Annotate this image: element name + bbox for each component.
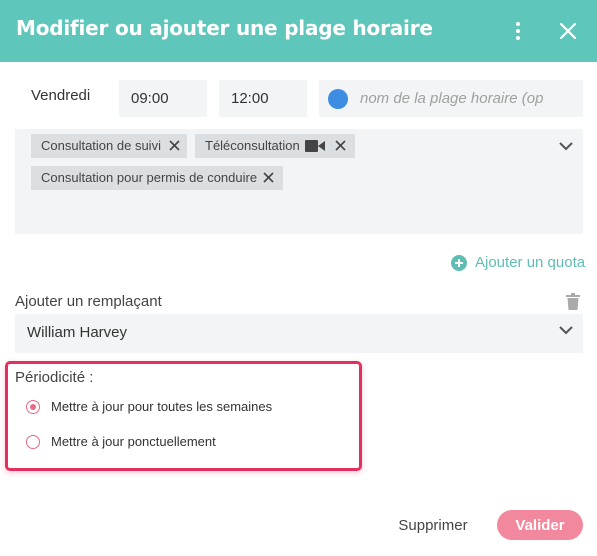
slot-name-input[interactable] <box>360 80 544 117</box>
trash-icon[interactable] <box>566 293 580 310</box>
replacement-value: William Harvey <box>27 324 128 341</box>
start-time-input[interactable] <box>119 80 207 117</box>
radio-every-week[interactable] <box>26 400 40 414</box>
end-time-input[interactable] <box>219 80 307 117</box>
chevron-down-icon[interactable] <box>559 142 573 151</box>
remove-tag-icon[interactable] <box>169 140 180 151</box>
replacement-select[interactable]: William Harvey <box>15 314 583 353</box>
radio-one-time-label[interactable]: Mettre à jour ponctuellement <box>51 434 216 449</box>
consultation-tag: Consultation de suivi <box>31 134 187 158</box>
periodicity-title: Périodicité : <box>15 369 94 386</box>
consultation-tag-label: Consultation pour permis de conduire <box>41 170 258 185</box>
consultation-tag-label: Téléconsultation <box>205 138 300 153</box>
radio-every-week-label[interactable]: Mettre à jour pour toutes les semaines <box>51 399 272 414</box>
validate-button[interactable]: Valider <box>497 510 583 540</box>
dialog-header: Modifier ou ajouter une plage horaire <box>0 0 597 62</box>
remove-tag-icon[interactable] <box>335 140 346 151</box>
consultation-tag: Téléconsultation <box>195 134 355 158</box>
dialog-title: Modifier ou ajouter une plage horaire <box>16 16 433 40</box>
remove-tag-icon[interactable] <box>263 172 274 183</box>
video-camera-icon <box>305 140 325 152</box>
radio-one-time[interactable] <box>26 435 40 449</box>
day-label: Vendredi <box>31 87 91 104</box>
consultation-tag-label: Consultation de suivi <box>41 138 161 153</box>
more-options-icon[interactable] <box>508 18 528 44</box>
close-icon[interactable] <box>555 18 581 44</box>
slot-color-picker[interactable] <box>328 89 348 109</box>
consultation-tag: Consultation pour permis de conduire <box>31 166 283 190</box>
delete-button[interactable]: Supprimer <box>390 514 476 536</box>
replacement-label: Ajouter un remplaçant <box>15 293 162 310</box>
plus-circle-icon <box>451 255 467 271</box>
add-quota-label: Ajouter un quota <box>475 254 586 271</box>
chevron-down-icon[interactable] <box>559 326 573 335</box>
